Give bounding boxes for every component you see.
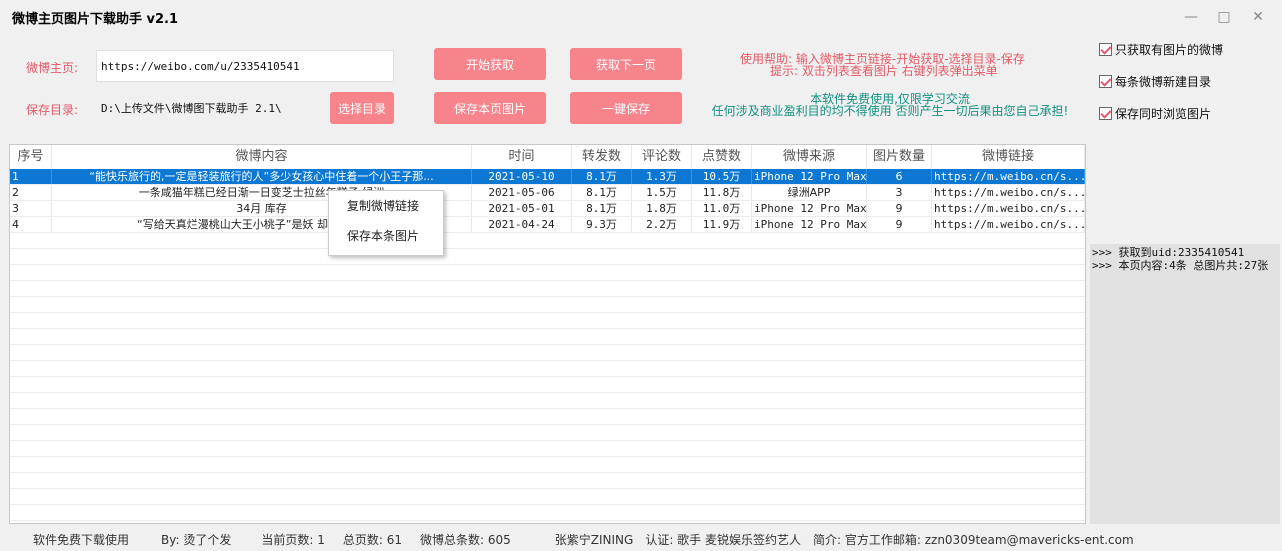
option-images-only[interactable]: 只获取有图片的微博 xyxy=(1099,41,1223,58)
weibo-list-table[interactable]: 序号 微博内容 时间 转发数 评论数 点赞数 微博来源 图片数量 微博链接 1 … xyxy=(9,144,1086,524)
cell-image-count: 9 xyxy=(867,217,932,232)
cell-likes: 11.9万 xyxy=(692,217,752,232)
option-label: 只获取有图片的微博 xyxy=(1115,43,1224,57)
option-label: 保存同时浏览图片 xyxy=(1115,107,1212,121)
homepage-label: 微博主页: xyxy=(26,61,79,75)
column-header[interactable]: 时间 xyxy=(472,145,572,169)
cell-time: 2021-04-24 xyxy=(472,217,572,232)
cell-index: 3 xyxy=(10,201,52,216)
status-total-weibo: 微博总条数: 605 xyxy=(419,532,511,547)
column-header[interactable]: 序号 xyxy=(10,145,52,169)
choose-dir-button[interactable]: 选择目录 xyxy=(330,92,394,124)
cell-content: “能快乐旅行的,一定是轻装旅行的人”多少女孩心中住着一个小王子那... xyxy=(52,169,472,184)
column-header[interactable]: 微博链接 xyxy=(932,145,1085,169)
close-icon[interactable]: ✕ xyxy=(1243,6,1273,28)
log-panel[interactable]: >>> 获取到uid:2335410541 >>> 本页内容:4条 总图片共:2… xyxy=(1090,244,1280,524)
cell-link: https://m.weibo.cn/s... xyxy=(934,169,1085,184)
help-text-2: 提示: 双击列表查看图片 右键列表弹出菜单 xyxy=(770,64,998,78)
cell-source: iPhone 12 Pro Max xyxy=(754,201,867,216)
cell-link: https://m.weibo.cn/s... xyxy=(934,201,1085,216)
status-total-pages: 总页数: 61 xyxy=(342,532,402,547)
cell-index: 2 xyxy=(10,185,52,200)
cell-link: https://m.weibo.cn/s... xyxy=(934,185,1085,200)
cell-comments: 1.5万 xyxy=(632,185,692,200)
option-browse-while-saving[interactable]: 保存同时浏览图片 xyxy=(1099,105,1211,122)
cell-likes: 11.8万 xyxy=(692,185,752,200)
cell-reposts: 8.1万 xyxy=(572,185,632,200)
status-user-name: 张紫宁ZINING xyxy=(554,532,634,547)
cell-time: 2021-05-01 xyxy=(472,201,572,216)
column-header[interactable]: 点赞数 xyxy=(692,145,752,169)
save-dir-input[interactable]: D:\上传文件\微博图下载助手 2.1\ xyxy=(96,92,322,124)
cell-image-count: 9 xyxy=(867,201,932,216)
checkbox-checked-icon[interactable] xyxy=(1099,107,1112,120)
cell-likes: 11.0万 xyxy=(692,201,752,216)
table-row[interactable]: 1 “能快乐旅行的,一定是轻装旅行的人”多少女孩心中住着一个小王子那... 20… xyxy=(10,169,1085,185)
cell-likes: 10.5万 xyxy=(692,169,752,184)
log-line: >>> 本页内容:4条 总图片共:27张 xyxy=(1092,259,1269,272)
cell-time: 2021-05-06 xyxy=(472,185,572,200)
save-dir-label: 保存目录: xyxy=(26,103,79,117)
cell-image-count: 6 xyxy=(867,169,932,184)
checkbox-checked-icon[interactable] xyxy=(1099,75,1112,88)
cell-reposts: 9.3万 xyxy=(572,217,632,232)
cell-source: iPhone 12 Pro Max xyxy=(754,169,867,184)
start-fetch-button[interactable]: 开始获取 xyxy=(434,48,546,80)
window-title: 微博主页图片下载助手 v2.1 xyxy=(12,12,179,27)
save-page-images-button[interactable]: 保存本页图片 xyxy=(434,92,546,124)
cell-time: 2021-05-10 xyxy=(472,169,572,184)
status-current-page: 当前页数: 1 xyxy=(261,532,325,547)
status-bar: 软件免费下载使用 By: 烫了个发 当前页数: 1 总页数: 61 微博总条数:… xyxy=(0,527,1282,551)
homepage-url-input[interactable]: https://weibo.com/u/2335410541 xyxy=(96,50,394,82)
table-header: 序号 微博内容 时间 转发数 评论数 点赞数 微博来源 图片数量 微博链接 xyxy=(10,145,1085,169)
cell-reposts: 8.1万 xyxy=(572,169,632,184)
maximize-icon[interactable]: □ xyxy=(1209,6,1239,28)
notice-text-2: 任何涉及商业盈利目的均不得使用 否则产生一切后果由您自己承担! xyxy=(711,104,1069,118)
cell-index: 1 xyxy=(10,169,52,184)
table-empty-rows xyxy=(10,233,1085,523)
column-header[interactable]: 微博内容 xyxy=(52,145,472,169)
log-line: >>> 获取到uid:2335410541 xyxy=(1092,246,1245,259)
column-header[interactable]: 转发数 xyxy=(572,145,632,169)
checkbox-checked-icon[interactable] xyxy=(1099,43,1112,56)
status-free: 软件免费下载使用 xyxy=(33,532,130,547)
cell-source: 绿洲APP xyxy=(752,185,867,200)
status-bio: 简介: 官方工作邮箱: zzn0309team@mavericks-ent.co… xyxy=(813,532,1134,547)
table-row[interactable]: 4 “写给天真烂漫桃山大王小桃子”是妖 却充满人性 ... 2021-04-24… xyxy=(10,217,1085,233)
status-verify: 认证: 歌手 麦锐娱乐签约艺人 xyxy=(645,532,801,547)
option-new-dir-per-weibo[interactable]: 每条微博新建目录 xyxy=(1099,73,1211,90)
cell-source: iPhone 12 Pro Max xyxy=(754,217,867,232)
cell-image-count: 3 xyxy=(867,185,932,200)
cell-comments: 1.8万 xyxy=(632,201,692,216)
cell-comments: 2.2万 xyxy=(632,217,692,232)
option-label: 每条微博新建目录 xyxy=(1115,75,1212,89)
one-click-save-button[interactable]: 一键保存 xyxy=(570,92,682,124)
cell-index: 4 xyxy=(10,217,52,232)
row-context-menu: 复制微博链接 保存本条图片 xyxy=(328,190,444,256)
cell-comments: 1.3万 xyxy=(632,169,692,184)
column-header[interactable]: 微博来源 xyxy=(752,145,867,169)
menu-item-save-images[interactable]: 保存本条图片 xyxy=(329,221,443,251)
menu-item-copy-link[interactable]: 复制微博链接 xyxy=(329,191,443,221)
table-row[interactable]: 3 34月 库存 2021-05-01 8.1万 1.8万 11.0万 iPho… xyxy=(10,201,1085,217)
table-row[interactable]: 2 一条咸猫年糕已经日渐一日变芝士拉丝年糕子 绿洲 2021-05-06 8.1… xyxy=(10,185,1085,201)
minimize-icon[interactable]: — xyxy=(1176,6,1206,28)
cell-reposts: 8.1万 xyxy=(572,201,632,216)
cell-link: https://m.weibo.cn/s... xyxy=(934,217,1085,232)
column-header[interactable]: 图片数量 xyxy=(867,145,932,169)
next-page-button[interactable]: 获取下一页 xyxy=(570,48,682,80)
column-header[interactable]: 评论数 xyxy=(632,145,692,169)
status-author: By: 烫了个发 xyxy=(161,532,232,547)
